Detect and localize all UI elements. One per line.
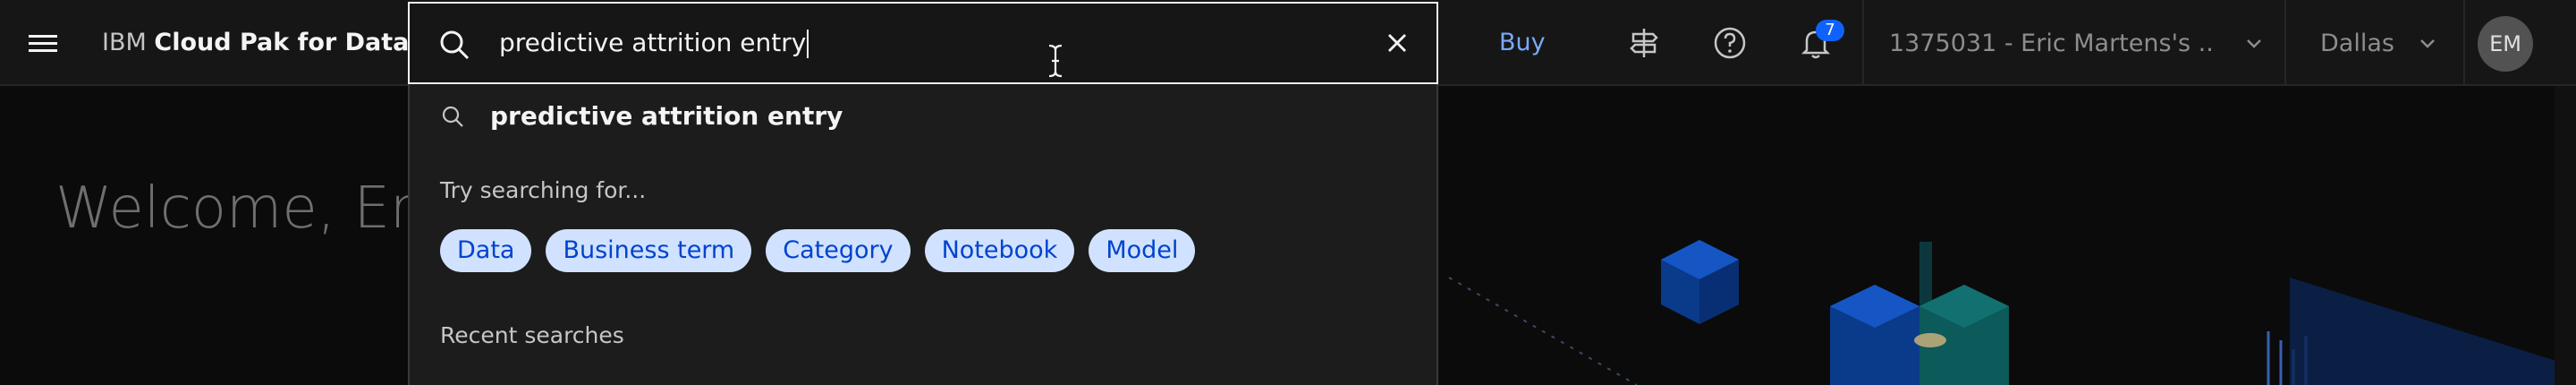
account-switcher[interactable]: 1375031 - Eric Martens's ... xyxy=(1862,0,2286,86)
search-suggestion[interactable]: predictive attrition entry xyxy=(410,95,1436,138)
search-value-text: predictive attrition entry xyxy=(499,28,807,57)
buy-link[interactable]: Buy xyxy=(1499,0,1546,86)
brand-name: Cloud Pak for Data xyxy=(154,29,410,56)
search-dropdown: predictive attrition entry Try searching… xyxy=(408,84,1438,385)
signpost-icon[interactable] xyxy=(1623,21,1665,64)
help-icon[interactable] xyxy=(1708,21,1751,64)
global-search-input[interactable]: predictive attrition entry xyxy=(408,2,1438,84)
chevron-down-icon xyxy=(2420,39,2435,48)
account-label: 1375031 - Eric Martens's ... xyxy=(1889,29,2211,57)
product-brand[interactable]: IBM Cloud Pak for Data xyxy=(102,0,409,86)
brand-prefix: IBM xyxy=(102,29,147,56)
search-value[interactable]: predictive attrition entry xyxy=(499,4,809,82)
chip-category[interactable]: Category xyxy=(766,229,911,272)
region-label: Dallas xyxy=(2320,29,2394,57)
chip-data[interactable]: Data xyxy=(440,229,532,272)
try-searching-label: Try searching for... xyxy=(440,177,647,203)
page-scrollbar[interactable] xyxy=(2555,86,2576,385)
text-caret xyxy=(807,30,809,58)
text-cursor-icon xyxy=(1048,44,1063,78)
menu-icon[interactable] xyxy=(0,0,86,86)
chip-notebook[interactable]: Notebook xyxy=(924,229,1075,272)
notification-badge: 7 xyxy=(1816,20,1844,41)
welcome-heading: Welcome, Eric xyxy=(55,175,462,242)
search-icon xyxy=(442,106,463,127)
recent-searches-label: Recent searches xyxy=(440,322,624,348)
region-switcher[interactable]: Dallas xyxy=(2286,0,2465,86)
suggestion-label: predictive attrition entry xyxy=(490,101,843,131)
chip-business-term[interactable]: Business term xyxy=(546,229,752,272)
chip-model[interactable]: Model xyxy=(1089,229,1196,272)
hero-illustration xyxy=(1448,240,2576,385)
chevron-down-icon xyxy=(2247,39,2261,48)
search-category-chips: Data Business term Category Notebook Mod… xyxy=(440,229,1196,272)
avatar[interactable]: EM xyxy=(2478,16,2533,72)
close-icon[interactable] xyxy=(1379,25,1415,61)
search-icon xyxy=(440,30,470,60)
